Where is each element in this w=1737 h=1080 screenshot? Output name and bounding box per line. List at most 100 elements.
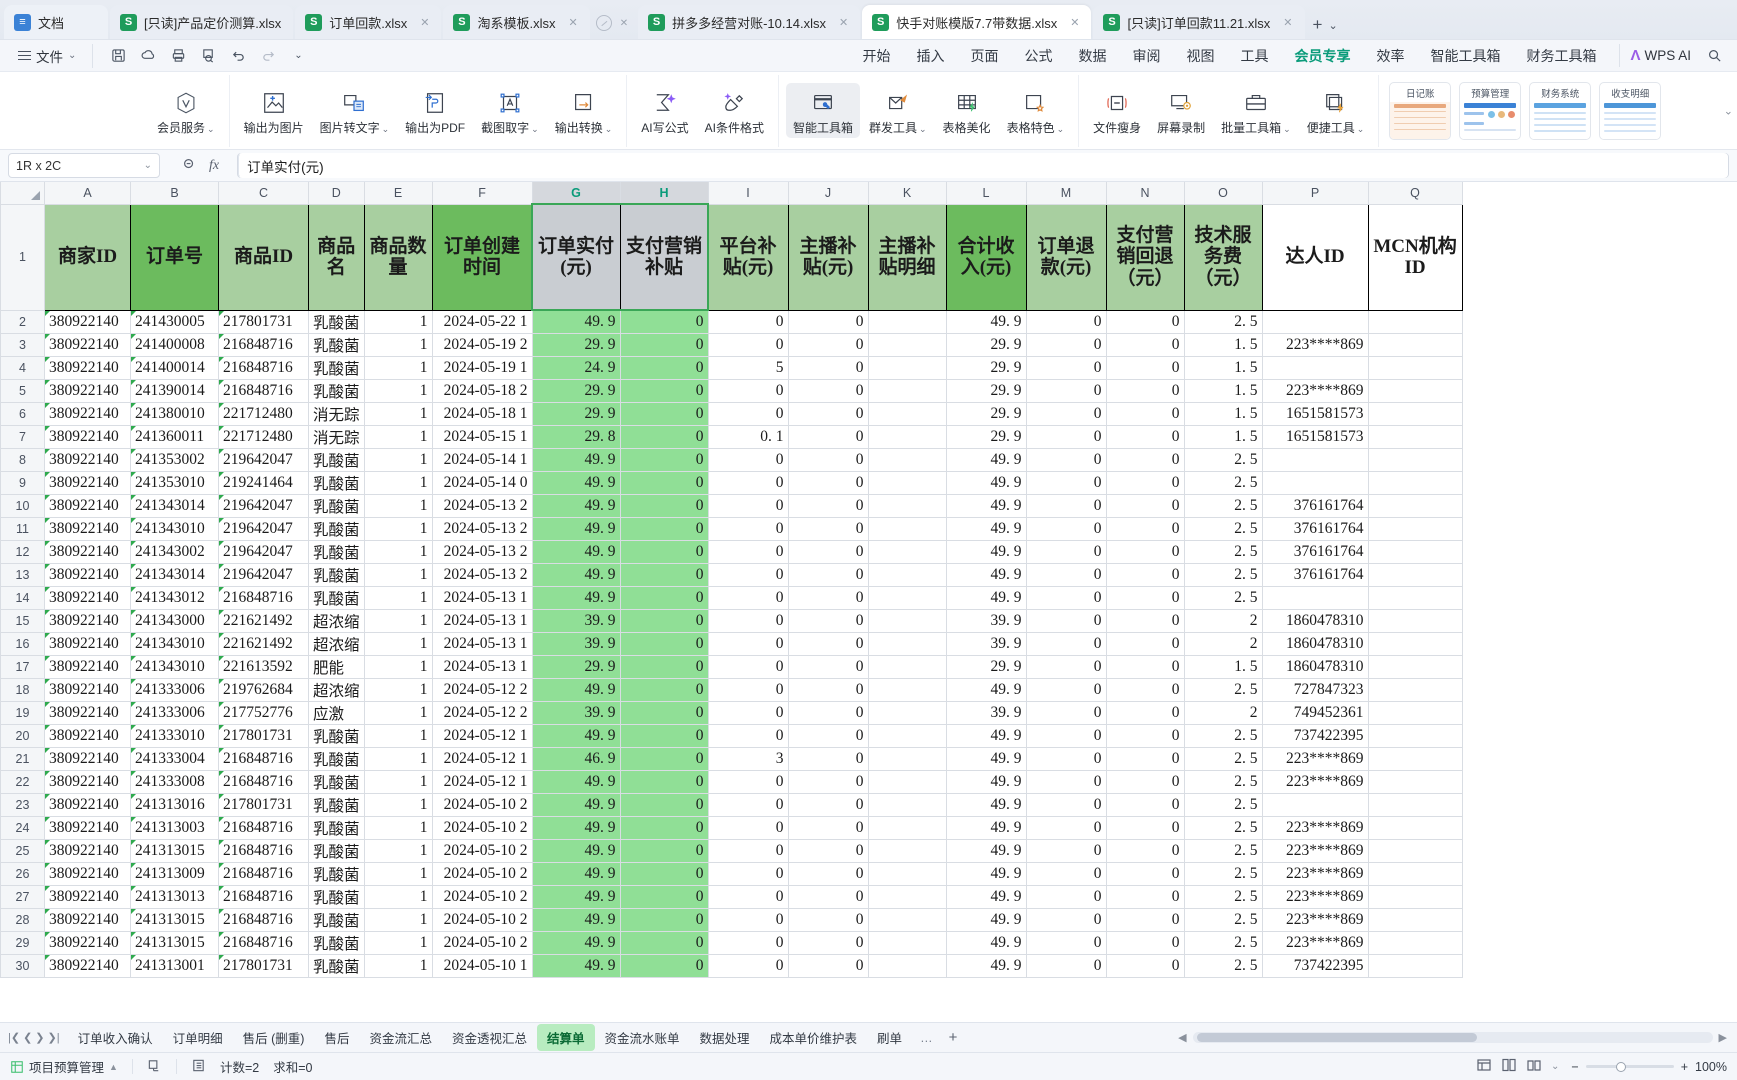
- cell-N4[interactable]: 0: [1105, 355, 1185, 380]
- cell-P2[interactable]: [1261, 309, 1369, 334]
- member-service-button[interactable]: 会员服务 ⌄: [150, 83, 222, 138]
- cell-A29[interactable]: 380922140: [44, 930, 131, 955]
- cell-B20[interactable]: 241333010: [130, 723, 219, 748]
- cell-J10[interactable]: 0: [787, 493, 869, 518]
- cell-I28[interactable]: 0: [707, 907, 789, 932]
- cell-N16[interactable]: 0: [1105, 631, 1185, 656]
- cell-J23[interactable]: 0: [787, 792, 869, 817]
- cell-L13[interactable]: 49. 9: [945, 562, 1027, 587]
- cell-K24[interactable]: [867, 815, 947, 840]
- cell-P18[interactable]: 727847323: [1261, 677, 1369, 702]
- cell-I26[interactable]: 0: [707, 861, 789, 886]
- close-icon[interactable]: ✕: [839, 16, 848, 29]
- cell-O21[interactable]: 2. 5: [1183, 746, 1263, 771]
- cell-M16[interactable]: 0: [1025, 631, 1107, 656]
- table-row[interactable]: 5 380922140 241390014 216848716 乳酸菌 1 2024-05-…: [0, 378, 1463, 403]
- sheet-tab-1[interactable]: 订单明细: [163, 1024, 233, 1051]
- cell-Q9[interactable]: [1367, 470, 1463, 495]
- cell-J29[interactable]: 0: [787, 930, 869, 955]
- last-sheet-icon[interactable]: ❯|: [48, 1031, 60, 1044]
- wps-ai-button[interactable]: Λ WPS AI: [1619, 44, 1701, 67]
- column-header-E[interactable]: E: [363, 182, 433, 205]
- cell-G22[interactable]: 49. 9: [531, 769, 621, 794]
- cell-L18[interactable]: 49. 9: [945, 677, 1027, 702]
- cell-E24[interactable]: 1: [363, 815, 433, 840]
- cell-I12[interactable]: 0: [707, 539, 789, 564]
- cell-D6[interactable]: 消无踪: [308, 401, 365, 426]
- cell-Q20[interactable]: [1367, 723, 1463, 748]
- ribbon-tab-tools[interactable]: 工具: [1227, 42, 1281, 70]
- cell-I14[interactable]: 0: [707, 585, 789, 610]
- chevron-down-icon[interactable]: ⌄: [1328, 19, 1337, 32]
- template-card-journal[interactable]: 日记账: [1389, 81, 1452, 140]
- cell-H18[interactable]: 0: [619, 677, 709, 702]
- cell-P6[interactable]: 1651581573: [1261, 401, 1369, 426]
- column-header-O[interactable]: O: [1183, 182, 1263, 205]
- cell-B8[interactable]: 241353002: [130, 447, 219, 472]
- cell-G7[interactable]: 29. 8: [531, 424, 621, 449]
- cell-M23[interactable]: 0: [1025, 792, 1107, 817]
- row-header-3[interactable]: 3: [0, 332, 45, 357]
- cell-L11[interactable]: 49. 9: [945, 516, 1027, 541]
- cell-Q3[interactable]: [1367, 332, 1463, 357]
- screen-record-button[interactable]: 屏幕录制: [1150, 83, 1212, 138]
- cell-J5[interactable]: 0: [787, 378, 869, 403]
- header-cell-E[interactable]: 商品数量: [363, 203, 433, 311]
- cell-M6[interactable]: 0: [1025, 401, 1107, 426]
- cell-K14[interactable]: [867, 585, 947, 610]
- cell-O24[interactable]: 2. 5: [1183, 815, 1263, 840]
- cell-O7[interactable]: 1. 5: [1183, 424, 1263, 449]
- table-row[interactable]: 11 380922140 241343010 219642047 乳酸菌 1 2024-05…: [0, 516, 1463, 541]
- cell-J17[interactable]: 0: [787, 654, 869, 679]
- cell-C16[interactable]: 221621492: [218, 631, 309, 656]
- cell-H28[interactable]: 0: [619, 907, 709, 932]
- cell-C2[interactable]: 217801731: [218, 309, 309, 334]
- cell-P20[interactable]: 737422395: [1261, 723, 1369, 748]
- page-layout-icon[interactable]: [191, 1058, 206, 1076]
- cell-E14[interactable]: 1: [363, 585, 433, 610]
- cell-Q5[interactable]: [1367, 378, 1463, 403]
- print-preview-icon[interactable]: [195, 44, 221, 68]
- row-header-15[interactable]: 15: [0, 608, 45, 633]
- cell-K3[interactable]: [867, 332, 947, 357]
- cell-D24[interactable]: 乳酸菌: [308, 815, 365, 840]
- cell-A21[interactable]: 380922140: [44, 746, 131, 771]
- cell-K12[interactable]: [867, 539, 947, 564]
- cell-O15[interactable]: 2: [1183, 608, 1263, 633]
- table-feature-button[interactable]: 表格特色 ⌄: [1000, 83, 1072, 138]
- row-header-26[interactable]: 26: [0, 861, 45, 886]
- cell-M24[interactable]: 0: [1025, 815, 1107, 840]
- cell-P7[interactable]: 1651581573: [1261, 424, 1369, 449]
- ai-conditional-format-button[interactable]: AI条件格式: [698, 83, 771, 138]
- cell-C9[interactable]: 219241464: [218, 470, 309, 495]
- cell-A13[interactable]: 380922140: [44, 562, 131, 587]
- select-all-corner[interactable]: [0, 182, 45, 205]
- name-box[interactable]: 1R x 2C ⌄: [8, 153, 160, 178]
- column-header-M[interactable]: M: [1025, 182, 1107, 205]
- cell-A28[interactable]: 380922140: [44, 907, 131, 932]
- cell-B29[interactable]: 241313015: [130, 930, 219, 955]
- column-header-N[interactable]: N: [1105, 182, 1185, 205]
- ribbon-tab-page[interactable]: 页面: [957, 42, 1011, 70]
- cell-J9[interactable]: 0: [787, 470, 869, 495]
- cell-H29[interactable]: 0: [619, 930, 709, 955]
- sheet-tab-overflow[interactable]: …: [912, 1031, 941, 1045]
- cell-F24[interactable]: 2024-05-10 2: [431, 815, 533, 840]
- cell-M19[interactable]: 0: [1025, 700, 1107, 725]
- cell-A18[interactable]: 380922140: [44, 677, 131, 702]
- cell-G18[interactable]: 49. 9: [531, 677, 621, 702]
- cell-H21[interactable]: 0: [619, 746, 709, 771]
- cell-M13[interactable]: 0: [1025, 562, 1107, 587]
- cell-A5[interactable]: 380922140: [44, 378, 131, 403]
- cell-L22[interactable]: 49. 9: [945, 769, 1027, 794]
- cell-C3[interactable]: 216848716: [218, 332, 309, 357]
- cell-L29[interactable]: 49. 9: [945, 930, 1027, 955]
- cell-I21[interactable]: 3: [707, 746, 789, 771]
- cell-D2[interactable]: 乳酸菌: [308, 309, 365, 334]
- cell-M17[interactable]: 0: [1025, 654, 1107, 679]
- ribbon-tab-data[interactable]: 数据: [1065, 42, 1119, 70]
- cell-P30[interactable]: 737422395: [1261, 953, 1369, 978]
- cell-F18[interactable]: 2024-05-12 2: [431, 677, 533, 702]
- search-icon[interactable]: [1701, 44, 1727, 68]
- cell-Q26[interactable]: [1367, 861, 1463, 886]
